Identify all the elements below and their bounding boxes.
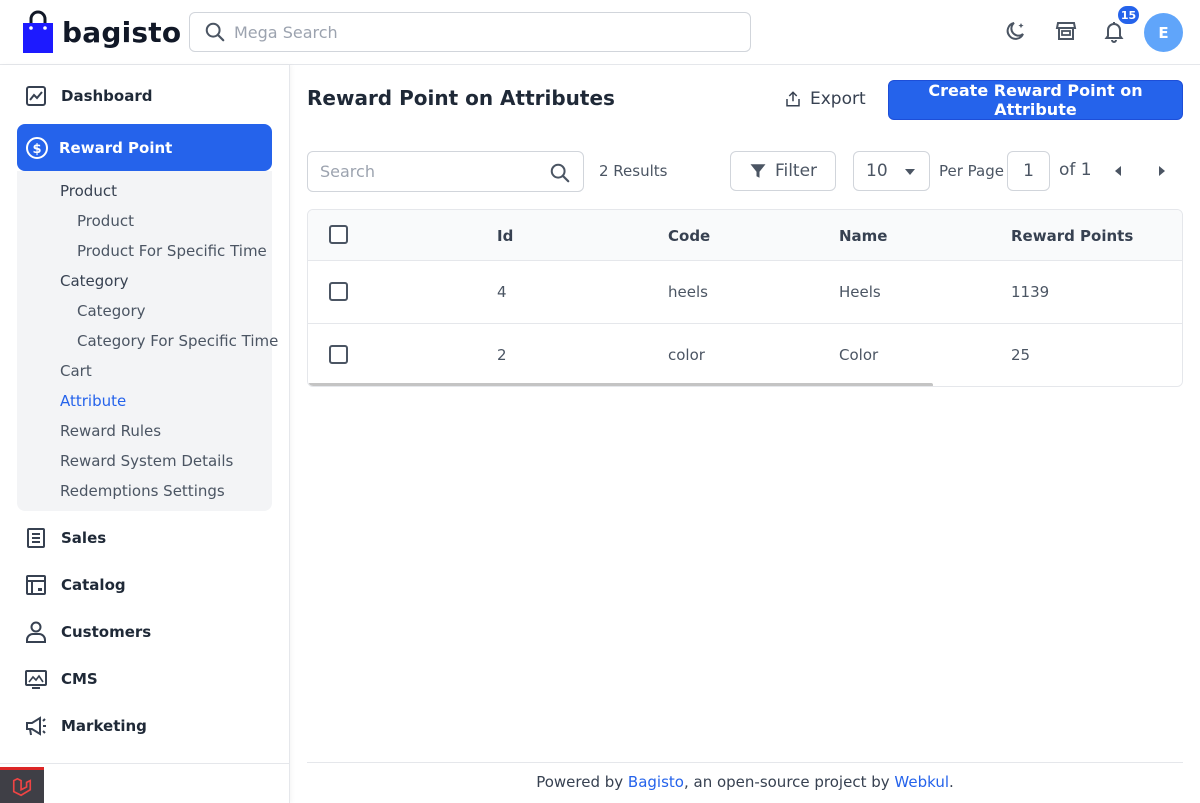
submenu-group-product[interactable]: Product [60, 182, 117, 200]
submenu-item-cart[interactable]: Cart [60, 362, 92, 380]
submenu-item-attribute[interactable]: Attribute [60, 392, 126, 410]
logo[interactable]: bagisto [22, 10, 181, 54]
divider [307, 762, 1183, 763]
sidebar-item-sales[interactable]: Sales [24, 523, 106, 553]
table-search-box[interactable] [307, 151, 584, 192]
cell-id: 2 [497, 346, 507, 364]
per-page-value: 10 [866, 161, 888, 181]
top-header: bagisto 15 E [0, 0, 1200, 65]
receipt-icon [27, 528, 45, 548]
column-header-reward-points[interactable]: Reward Points [1011, 227, 1133, 245]
cell-name: Heels [839, 283, 881, 301]
sidebar-item-label: Marketing [61, 717, 147, 735]
table-header: Id Code Name Reward Points [308, 210, 1182, 261]
export-label: Export [810, 89, 866, 109]
column-header-id[interactable]: Id [497, 227, 513, 245]
storefront-icon[interactable] [1053, 18, 1079, 44]
column-header-name[interactable]: Name [839, 227, 887, 245]
laravel-debug-icon[interactable] [0, 767, 44, 803]
webkul-link[interactable]: Webkul [894, 773, 949, 791]
sidebar-item-catalog[interactable]: Catalog [24, 570, 126, 600]
dashboard-icon [26, 86, 46, 106]
export-button[interactable]: Export [784, 86, 866, 112]
submenu-item-redemptions-settings[interactable]: Redemptions Settings [60, 482, 225, 500]
sidebar-item-label: Sales [61, 529, 107, 547]
page-total: of 1 [1059, 160, 1092, 180]
row-checkbox[interactable] [329, 345, 348, 364]
sidebar-item-label: CMS [61, 670, 98, 688]
svg-text:$: $ [32, 142, 41, 157]
laravel-icon [12, 777, 32, 796]
sidebar-item-marketing[interactable]: Marketing [24, 711, 147, 741]
horizontal-scrollbar[interactable] [308, 383, 933, 386]
divider [0, 763, 289, 764]
shopping-bag-icon [23, 10, 53, 53]
logo-text: bagisto [62, 15, 182, 49]
notification-badge: 15 [1116, 4, 1141, 26]
sidebar-item-cms[interactable]: CMS [24, 664, 98, 694]
cell-code: color [668, 346, 705, 364]
create-reward-point-button[interactable]: Create Reward Point on Attribute [888, 80, 1183, 120]
sidebar-item-dashboard[interactable]: Dashboard [24, 81, 152, 111]
next-page-icon[interactable] [1155, 164, 1169, 178]
page-number-input[interactable]: 1 [1007, 151, 1050, 191]
dollar-circle-icon: $ [26, 136, 48, 159]
sidebar-item-label: Dashboard [61, 87, 153, 105]
filter-label: Filter [774, 161, 818, 181]
row-checkbox[interactable] [329, 282, 348, 301]
sidebar-item-reward-point[interactable]: $ Reward Point [17, 124, 272, 171]
submenu-item-reward-rules[interactable]: Reward Rules [60, 422, 161, 440]
monitor-icon [25, 670, 47, 689]
search-icon[interactable] [549, 162, 571, 184]
sidebar-item-label: Catalog [61, 576, 126, 594]
filter-button[interactable]: Filter [730, 151, 836, 191]
cell-reward-points: 25 [1011, 346, 1031, 364]
cell-id: 4 [497, 283, 507, 301]
footer: Powered by Bagisto, an open-source proje… [307, 773, 1183, 791]
submenu-group-category[interactable]: Category [60, 272, 129, 290]
sidebar-item-label: Reward Point [59, 138, 173, 157]
mega-search-input[interactable] [234, 22, 714, 42]
dark-mode-icon[interactable] [1003, 18, 1029, 44]
table-row[interactable]: 2 color Color 25 [308, 324, 1182, 386]
sidebar: Dashboard $ Reward Point Product Product… [0, 65, 290, 803]
submenu-item-product-specific-time[interactable]: Product For Specific Time [77, 242, 267, 260]
footer-prefix: Powered by [536, 773, 628, 791]
submenu-item-reward-system-details[interactable]: Reward System Details [60, 452, 233, 470]
catalog-icon [26, 575, 46, 595]
search-icon [205, 22, 225, 42]
page-title: Reward Point on Attributes [307, 86, 615, 110]
column-header-code[interactable]: Code [668, 227, 710, 245]
mega-search-box[interactable] [189, 12, 751, 52]
filter-icon [750, 164, 766, 178]
table-row[interactable]: 4 heels Heels 1139 [308, 261, 1182, 324]
sidebar-item-customers[interactable]: Customers [24, 617, 151, 647]
submenu-item-category-specific-time[interactable]: Category For Specific Time [77, 332, 278, 350]
reward-point-submenu: Product Product Product For Specific Tim… [17, 171, 278, 511]
sidebar-item-label: Customers [61, 623, 152, 641]
footer-middle: , an open-source project by [683, 773, 895, 791]
cell-reward-points: 1139 [1011, 283, 1050, 301]
footer-suffix: . [949, 773, 954, 791]
submenu-item-category[interactable]: Category [77, 302, 146, 320]
data-table: Id Code Name Reward Points 4 heels Heels… [307, 209, 1183, 387]
select-all-checkbox[interactable] [329, 225, 348, 244]
caret-down-icon [905, 169, 915, 175]
cell-code: heels [668, 283, 708, 301]
results-count: 2 Results [599, 162, 668, 180]
table-search-input[interactable] [320, 162, 540, 181]
submenu-item-product[interactable]: Product [77, 212, 134, 230]
per-page-select[interactable]: 10 [853, 151, 930, 191]
megaphone-icon [26, 716, 46, 736]
per-page-label: Per Page [939, 162, 1004, 180]
prev-page-icon[interactable] [1111, 164, 1125, 178]
user-icon [26, 621, 46, 643]
export-icon [786, 91, 800, 107]
avatar[interactable]: E [1144, 13, 1183, 52]
bagisto-link[interactable]: Bagisto [628, 773, 684, 791]
cell-name: Color [839, 346, 879, 364]
